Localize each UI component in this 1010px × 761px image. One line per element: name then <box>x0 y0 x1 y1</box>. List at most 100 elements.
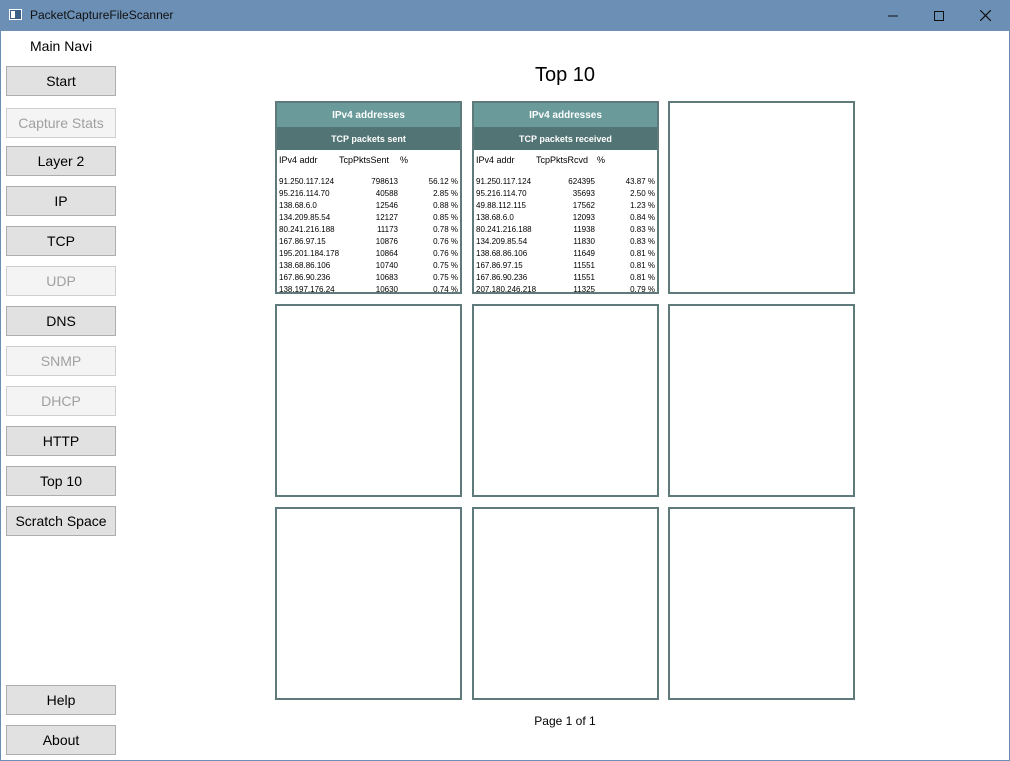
table-row: 91.250.117.124 624395 43.87 % <box>474 176 657 188</box>
cell-count: 10876 <box>375 237 398 246</box>
cell-address: 167.86.90.236 <box>279 273 331 282</box>
cell-percent: 0.83 % <box>630 237 655 246</box>
nav-button-tcp[interactable]: TCP <box>6 226 116 256</box>
cell-percent: 0.78 % <box>433 225 458 234</box>
nav-heading: Main Navi <box>30 38 93 54</box>
cell-address: 167.86.97.15 <box>279 237 326 246</box>
cell-percent: 1.23 % <box>630 201 655 210</box>
cell-count: 10864 <box>375 249 398 258</box>
cell-percent: 0.76 % <box>433 237 458 246</box>
app-icon <box>9 9 22 20</box>
empty-tile <box>668 101 855 294</box>
table-row: 134.209.85.54 11830 0.83 % <box>474 236 657 248</box>
cell-percent: 0.85 % <box>433 213 458 222</box>
nav-button-capture-stats[interactable]: Capture Stats <box>6 108 116 138</box>
cell-address: 167.86.97.15 <box>476 261 523 270</box>
cell-percent: 0.75 % <box>433 261 458 270</box>
tile-subtitle: TCP packets received <box>474 127 657 150</box>
nav-button-dns[interactable]: DNS <box>6 306 116 336</box>
table-row: 167.86.90.236 10683 0.75 % <box>277 272 460 284</box>
cell-percent: 0.88 % <box>433 201 458 210</box>
cell-count: 10630 <box>375 285 398 294</box>
nav-button-layer-2[interactable]: Layer 2 <box>6 146 116 176</box>
close-button[interactable] <box>962 0 1008 31</box>
cell-count: 35693 <box>572 189 595 198</box>
cell-address: 49.88.112.115 <box>476 201 526 210</box>
cell-count: 798613 <box>371 177 398 186</box>
maximize-button[interactable] <box>916 0 962 31</box>
empty-tile <box>275 507 462 700</box>
page-title: Top 10 <box>534 64 596 86</box>
tile-rows: 91.250.117.124 624395 43.87 % 95.216.114.7… <box>474 176 657 294</box>
column-header-percent: % <box>400 155 409 165</box>
empty-tile <box>472 304 659 497</box>
table-row: 80.241.216.188 11938 0.83 % <box>474 224 657 236</box>
minimize-icon <box>888 15 898 16</box>
table-row: 167.86.97.15 11551 0.81 % <box>474 260 657 272</box>
cell-percent: 0.79 % <box>630 285 655 294</box>
cell-address: 95.216.114.70 <box>476 189 527 198</box>
cell-count: 12093 <box>572 213 595 222</box>
table-row: 91.250.117.124 798613 56.12 % <box>277 176 460 188</box>
cell-count: 624395 <box>568 177 595 186</box>
cell-percent: 0.75 % <box>433 273 458 282</box>
table-row: 95.216.114.70 40588 2.85 % <box>277 188 460 200</box>
cell-address: 207.180.246.218 <box>476 285 537 294</box>
table-row: 95.216.114.70 35693 2.50 % <box>474 188 657 200</box>
tile-column-headers: IPv4 addr TcpPktsRcvd % <box>474 150 657 170</box>
cell-address: 134.209.85.54 <box>476 237 528 246</box>
table-row: 49.88.112.115 17562 1.23 % <box>474 200 657 212</box>
cell-percent: 0.74 % <box>433 285 458 294</box>
table-row: 167.86.90.236 11551 0.81 % <box>474 272 657 284</box>
empty-tile <box>472 507 659 700</box>
nav-button-start[interactable]: Start <box>6 66 116 96</box>
column-header-percent: % <box>597 155 606 165</box>
cell-address: 167.86.90.236 <box>476 273 528 282</box>
nav-button-dhcp[interactable]: DHCP <box>6 386 116 416</box>
tile-title: IPv4 addresses <box>277 103 460 127</box>
stats-tile: IPv4 addresses TCP packets sent IPv4 add… <box>275 101 462 294</box>
cell-count: 40588 <box>375 189 398 198</box>
tile-title: IPv4 addresses <box>474 103 657 127</box>
tile-rows: 91.250.117.124 798613 56.12 % 95.216.114.7… <box>277 176 460 294</box>
nav-button-http[interactable]: HTTP <box>6 426 116 456</box>
cell-count: 10683 <box>375 273 398 282</box>
table-row: 138.68.86.106 11649 0.81 % <box>474 248 657 260</box>
table-row: 138.68.6.0 12546 0.88 % <box>277 200 460 212</box>
column-header-address: IPv4 addr <box>279 155 318 165</box>
nav-button-udp[interactable]: UDP <box>6 266 116 296</box>
table-row: 138.197.176.24 10630 0.74 % <box>277 284 460 294</box>
nav-button-ip[interactable]: IP <box>6 186 116 216</box>
nav-button-scratch-space[interactable]: Scratch Space <box>6 506 116 536</box>
cell-percent: 2.50 % <box>630 189 655 198</box>
table-row: 80.241.216.188 11173 0.78 % <box>277 224 460 236</box>
about-button[interactable]: About <box>6 725 116 755</box>
column-header-address: IPv4 addr <box>476 155 515 165</box>
cell-percent: 0.84 % <box>630 213 655 222</box>
table-row: 138.68.86.106 10740 0.75 % <box>277 260 460 272</box>
nav-button-snmp[interactable]: SNMP <box>6 346 116 376</box>
minimize-button[interactable] <box>870 0 916 31</box>
cell-count: 12546 <box>375 201 398 210</box>
help-button[interactable]: Help <box>6 685 116 715</box>
cell-address: 95.216.114.70 <box>279 189 330 198</box>
maximize-icon <box>934 10 944 21</box>
cell-address: 138.68.6.0 <box>279 201 317 210</box>
table-row: 134.209.85.54 12127 0.85 % <box>277 212 460 224</box>
page-indicator: Page 1 of 1 <box>534 714 596 728</box>
nav-button-top-10[interactable]: Top 10 <box>6 466 116 496</box>
cell-count: 11830 <box>573 237 595 246</box>
stats-tile: IPv4 addresses TCP packets received IPv4… <box>472 101 659 294</box>
cell-address: 195.201.184.178 <box>279 249 340 258</box>
cell-address: 91.250.117.124 <box>476 177 532 186</box>
cell-count: 12127 <box>375 213 398 222</box>
cell-percent: 43.87 % <box>625 177 655 186</box>
cell-count: 10740 <box>375 261 398 270</box>
cell-percent: 0.76 % <box>433 249 458 258</box>
cell-percent: 56.12 % <box>428 177 458 186</box>
cell-count: 11551 <box>573 261 595 270</box>
window-title: PacketCaptureFileScanner <box>30 8 174 22</box>
cell-count: 11938 <box>573 225 595 234</box>
empty-tile <box>668 507 855 700</box>
empty-tile <box>668 304 855 497</box>
